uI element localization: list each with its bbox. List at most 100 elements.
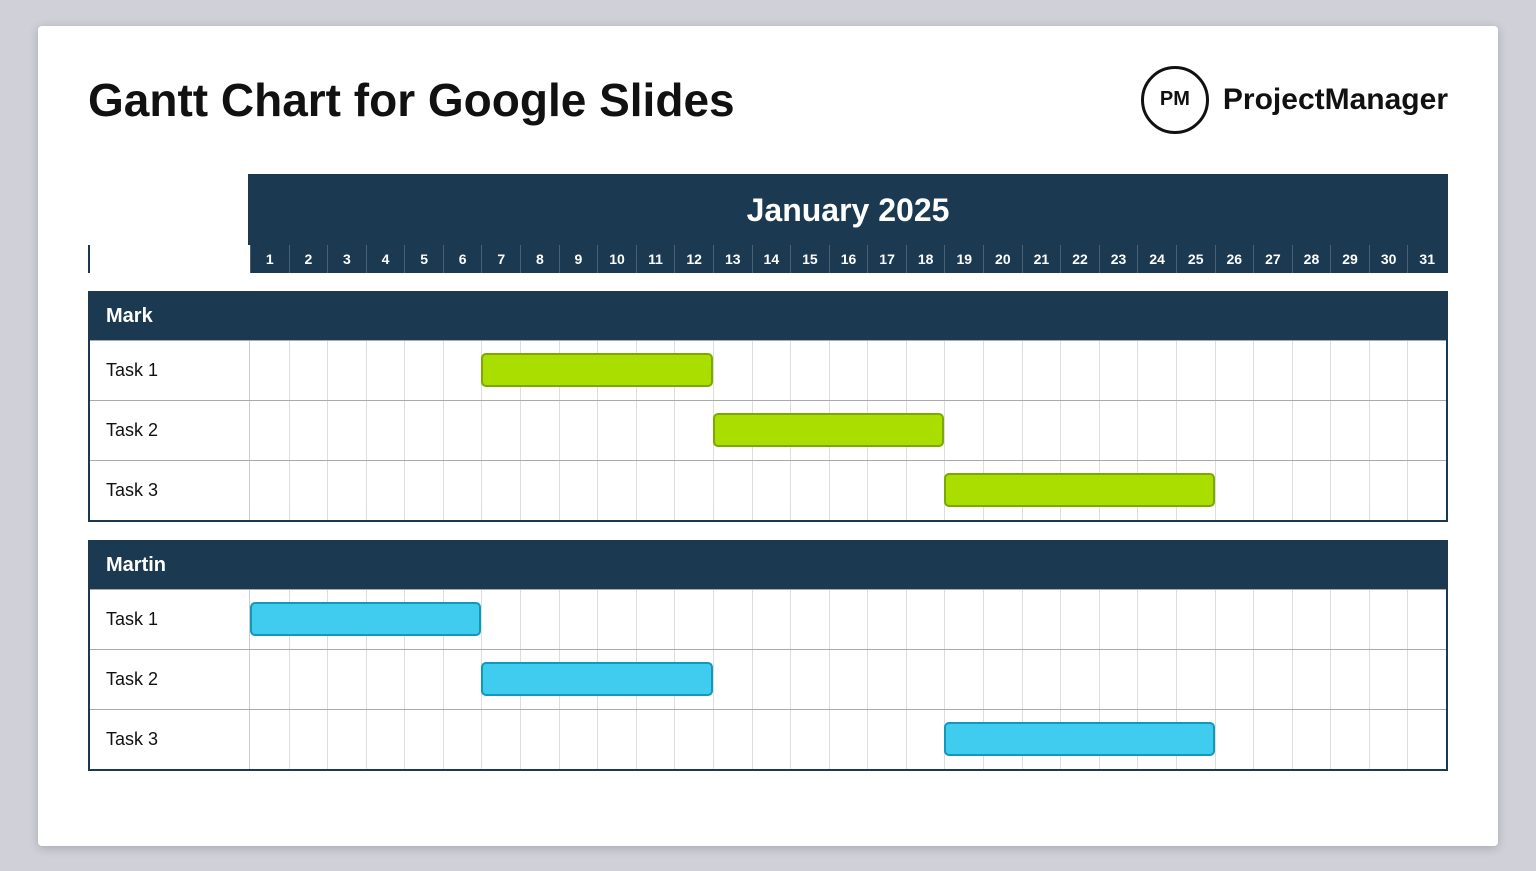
- grid-cell: [1253, 341, 1292, 400]
- grid-cell: [1137, 590, 1176, 649]
- day-cell-1: 1: [250, 245, 289, 273]
- grid-cell: [1369, 461, 1408, 520]
- grid-cell: [867, 461, 906, 520]
- grid-cell: [674, 401, 713, 460]
- grid-cell: [944, 650, 983, 709]
- grid-cell: [983, 341, 1022, 400]
- grid-cell: [289, 461, 328, 520]
- logo-name: ProjectManager: [1223, 83, 1448, 117]
- grid-cell: [1060, 401, 1099, 460]
- grid-cell: [327, 401, 366, 460]
- grid-cell: [867, 341, 906, 400]
- grid-cell: [1369, 401, 1408, 460]
- grid-cell: [1022, 401, 1061, 460]
- grid-cell: [327, 710, 366, 769]
- grid-cell: [289, 341, 328, 400]
- grid-cell: [443, 461, 482, 520]
- grid-cell: [1407, 341, 1446, 400]
- day-cell-8: 8: [520, 245, 559, 273]
- day-cell-26: 26: [1215, 245, 1254, 273]
- grid-cell: [404, 650, 443, 709]
- grid-cell: [1253, 710, 1292, 769]
- grid-cell: [867, 650, 906, 709]
- grid-cell: [790, 650, 829, 709]
- grid-cell: [1137, 401, 1176, 460]
- task-row: Task 1: [90, 589, 1446, 649]
- grid-cell: [1099, 590, 1138, 649]
- grid-cell: [481, 710, 520, 769]
- grid-cell: [752, 461, 791, 520]
- day-cell-6: 6: [443, 245, 482, 273]
- task-label-3: Task 3: [90, 710, 250, 769]
- grid-cell: [443, 650, 482, 709]
- grid-cell: [1253, 590, 1292, 649]
- day-cell-3: 3: [327, 245, 366, 273]
- grid-cell: [327, 341, 366, 400]
- day-cell-29: 29: [1330, 245, 1369, 273]
- grid-cell: [906, 590, 945, 649]
- grid-cell: [250, 710, 289, 769]
- grid-cell: [1253, 650, 1292, 709]
- grid-cell: [327, 461, 366, 520]
- day-cell-2: 2: [289, 245, 328, 273]
- person-name-mark: Mark: [90, 293, 250, 340]
- day-cell-20: 20: [983, 245, 1022, 273]
- grid-cell: [636, 461, 675, 520]
- grid-cell: [790, 590, 829, 649]
- grid-cell: [1022, 650, 1061, 709]
- grid-cell: [1407, 401, 1446, 460]
- grid-cell: [443, 401, 482, 460]
- grid-cell: [790, 341, 829, 400]
- day-cell-23: 23: [1099, 245, 1138, 273]
- task-label-3: Task 3: [90, 461, 250, 520]
- task-label-1: Task 1: [90, 590, 250, 649]
- day-cell-14: 14: [752, 245, 791, 273]
- grid-cell: [790, 710, 829, 769]
- days-label-empty: [90, 245, 250, 273]
- grid-cell: [404, 401, 443, 460]
- grid-cell: [289, 650, 328, 709]
- grid-cell: [983, 401, 1022, 460]
- day-cell-4: 4: [366, 245, 405, 273]
- grid-cell: [1407, 650, 1446, 709]
- grid-cell: [250, 341, 289, 400]
- logo-icon: PM: [1141, 66, 1209, 134]
- grid-cell: [520, 590, 559, 649]
- grid-cell: [250, 401, 289, 460]
- day-cell-9: 9: [559, 245, 598, 273]
- grid-cell: [829, 590, 868, 649]
- grid-cell: [944, 401, 983, 460]
- grid-cell: [713, 710, 752, 769]
- person-header-mark: Mark: [90, 293, 1446, 340]
- grid-cell: [636, 401, 675, 460]
- task-bar-area-2: [250, 401, 1446, 460]
- person-group-mark: MarkTask 1Task 2Task 3: [88, 291, 1448, 522]
- grid-cell: [674, 461, 713, 520]
- grid-cell: [752, 650, 791, 709]
- task-bar-3: [944, 473, 1214, 507]
- grid-cell: [906, 650, 945, 709]
- grid-cell: [752, 590, 791, 649]
- task-bar-1: [250, 602, 481, 636]
- grid-cell: [867, 710, 906, 769]
- days-row: 1234567891011121314151617181920212223242…: [88, 245, 1448, 273]
- grid-cell: [597, 710, 636, 769]
- task-bar-3: [944, 722, 1214, 756]
- day-cell-10: 10: [597, 245, 636, 273]
- day-cell-12: 12: [674, 245, 713, 273]
- grid-cell: [1137, 341, 1176, 400]
- grid-cell: [1330, 710, 1369, 769]
- grid-cell: [1176, 590, 1215, 649]
- task-bar-area-3: [250, 710, 1446, 769]
- page-title: Gantt Chart for Google Slides: [88, 73, 735, 127]
- grid-cell: [713, 461, 752, 520]
- grid-cell: [520, 461, 559, 520]
- grid-cell: [1215, 341, 1254, 400]
- task-bar-area-2: [250, 650, 1446, 709]
- grid-cell: [366, 650, 405, 709]
- grid-cell: [906, 341, 945, 400]
- task-row: Task 1: [90, 340, 1446, 400]
- grid-cell: [1022, 341, 1061, 400]
- task-row: Task 2: [90, 649, 1446, 709]
- grid-cell: [481, 461, 520, 520]
